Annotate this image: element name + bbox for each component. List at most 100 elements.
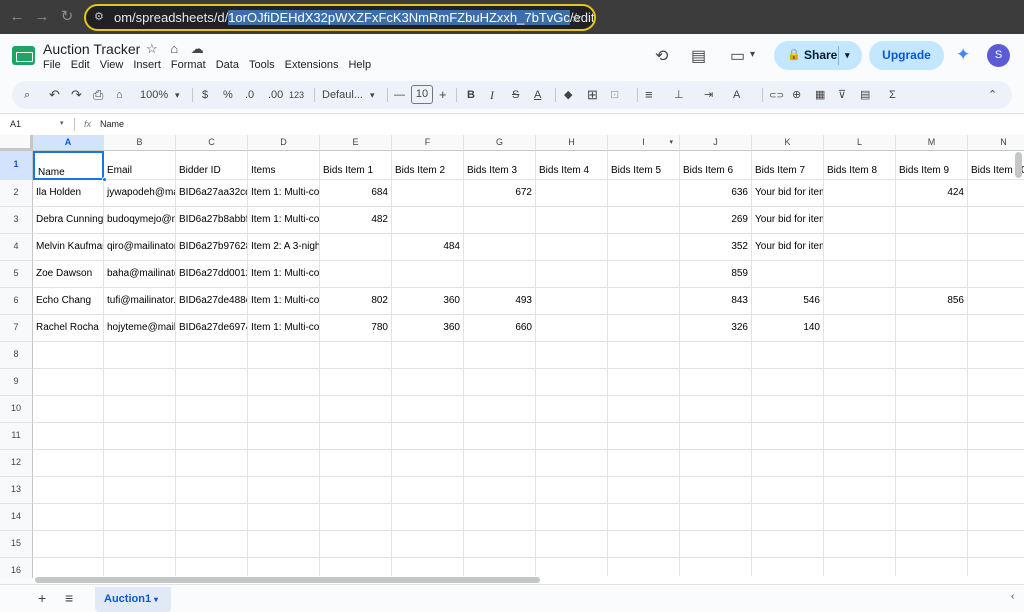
table-cell[interactable]	[248, 531, 320, 558]
table-cell[interactable]: BID6a27aa32cd	[176, 180, 248, 207]
header-cell[interactable]: Bids Item 4	[536, 151, 608, 180]
table-cell[interactable]	[176, 477, 248, 504]
table-cell[interactable]	[536, 477, 608, 504]
table-cell[interactable]: 546	[752, 288, 824, 315]
horizontal-scrollbar[interactable]	[33, 576, 1024, 584]
table-cell[interactable]	[248, 342, 320, 369]
table-cell[interactable]	[392, 369, 464, 396]
column-header-b[interactable]: B	[104, 135, 176, 151]
meet-icon[interactable]: ▭	[730, 46, 745, 66]
header-cell[interactable]: Bids Item 2	[392, 151, 464, 180]
upgrade-button[interactable]: Upgrade	[869, 41, 944, 70]
table-cell[interactable]	[536, 504, 608, 531]
filter-icon[interactable]: ⊽	[838, 81, 846, 109]
table-cell[interactable]	[320, 477, 392, 504]
table-cell[interactable]	[464, 450, 536, 477]
zoom-dropdown-icon[interactable]: ▾	[175, 81, 180, 109]
table-cell[interactable]: 802	[320, 288, 392, 315]
table-cell[interactable]: baha@mailinator.com	[104, 261, 176, 288]
bold-button[interactable]: B	[467, 81, 475, 109]
table-cell[interactable]: 484	[392, 234, 464, 261]
table-cell[interactable]	[248, 504, 320, 531]
table-cell[interactable]	[608, 288, 680, 315]
table-cell[interactable]	[248, 369, 320, 396]
table-cell[interactable]	[752, 396, 824, 423]
header-cell[interactable]: Bidder ID	[176, 151, 248, 180]
table-cell[interactable]	[752, 531, 824, 558]
table-cell[interactable]	[824, 558, 896, 578]
table-cell[interactable]	[968, 531, 1024, 558]
table-cell[interactable]	[320, 531, 392, 558]
table-cell[interactable]	[824, 261, 896, 288]
formula-input[interactable]: Name	[100, 114, 124, 134]
table-cell[interactable]	[536, 234, 608, 261]
table-cell[interactable]	[104, 423, 176, 450]
table-cell[interactable]	[824, 315, 896, 342]
table-cell[interactable]	[680, 342, 752, 369]
vertical-scrollbar[interactable]	[1015, 152, 1022, 178]
strikethrough-button[interactable]: S	[512, 81, 519, 109]
menu-edit[interactable]: Edit	[71, 59, 90, 71]
row-header[interactable]: 13	[0, 477, 33, 504]
menu-file[interactable]: File	[43, 59, 61, 71]
table-cell[interactable]: jywapodeh@mailinator.com	[104, 180, 176, 207]
table-cell[interactable]	[896, 207, 968, 234]
italic-button[interactable]: I	[490, 81, 494, 109]
row-header[interactable]: 14	[0, 504, 33, 531]
table-cell[interactable]	[536, 180, 608, 207]
table-cell[interactable]	[896, 558, 968, 578]
table-cell[interactable]	[464, 531, 536, 558]
table-cell[interactable]	[392, 342, 464, 369]
avatar[interactable]: S	[987, 44, 1010, 67]
table-cell[interactable]	[680, 396, 752, 423]
search-menus-icon[interactable]: ⌕	[24, 81, 30, 109]
table-cell[interactable]: Your bid for item 7	[752, 234, 824, 261]
table-cell[interactable]	[320, 423, 392, 450]
table-cell[interactable]	[392, 261, 464, 288]
column-header-d[interactable]: D	[248, 135, 320, 151]
sheets-logo-icon[interactable]	[12, 46, 35, 65]
column-header-f[interactable]: F	[392, 135, 464, 151]
table-cell[interactable]	[320, 369, 392, 396]
move-folder-icon[interactable]: ⌂	[170, 41, 178, 56]
menu-extensions[interactable]: Extensions	[285, 59, 339, 71]
table-cell[interactable]	[968, 315, 1024, 342]
table-cell[interactable]	[608, 558, 680, 578]
print-icon[interactable]: ⎙	[93, 81, 103, 109]
table-cell[interactable]: hojyteme@mailinator.com	[104, 315, 176, 342]
column-header-c[interactable]: C	[176, 135, 248, 151]
table-cell[interactable]	[104, 396, 176, 423]
horizontal-scroll-thumb[interactable]	[35, 577, 540, 583]
table-cell[interactable]	[896, 477, 968, 504]
zoom-select[interactable]: 100%	[140, 81, 168, 109]
decrease-font-size-button[interactable]: —	[394, 81, 405, 109]
table-cell[interactable]	[680, 531, 752, 558]
table-cell[interactable]	[968, 342, 1024, 369]
header-cell[interactable]: Bids Item 7	[752, 151, 824, 180]
paint-format-icon[interactable]: ⌂	[116, 81, 123, 109]
table-cell[interactable]	[320, 558, 392, 578]
table-cell[interactable]	[752, 423, 824, 450]
table-cell[interactable]	[33, 450, 104, 477]
table-cell[interactable]	[536, 450, 608, 477]
table-cell[interactable]	[608, 477, 680, 504]
table-cell[interactable]	[896, 504, 968, 531]
table-cell[interactable]	[248, 450, 320, 477]
column-header-k[interactable]: K	[752, 135, 824, 151]
table-cell[interactable]	[608, 450, 680, 477]
table-cell[interactable]: BID6a27de6974	[176, 315, 248, 342]
table-cell[interactable]: Ila Holden	[33, 180, 104, 207]
table-cell[interactable]	[608, 504, 680, 531]
table-cell[interactable]: Item 1: Multi-course	[248, 315, 320, 342]
table-cell[interactable]: Debra Cunningham	[33, 207, 104, 234]
table-cell[interactable]	[752, 450, 824, 477]
table-cell[interactable]	[824, 531, 896, 558]
name-box-dropdown-icon[interactable]: ▾	[60, 114, 64, 134]
table-cell[interactable]	[680, 504, 752, 531]
cloud-status-icon[interactable]: ☁	[191, 41, 204, 56]
table-cell[interactable]	[968, 261, 1024, 288]
header-cell[interactable]: Name	[33, 151, 104, 180]
row-header[interactable]: 9	[0, 369, 33, 396]
table-cell[interactable]	[752, 558, 824, 578]
table-cell[interactable]	[176, 396, 248, 423]
